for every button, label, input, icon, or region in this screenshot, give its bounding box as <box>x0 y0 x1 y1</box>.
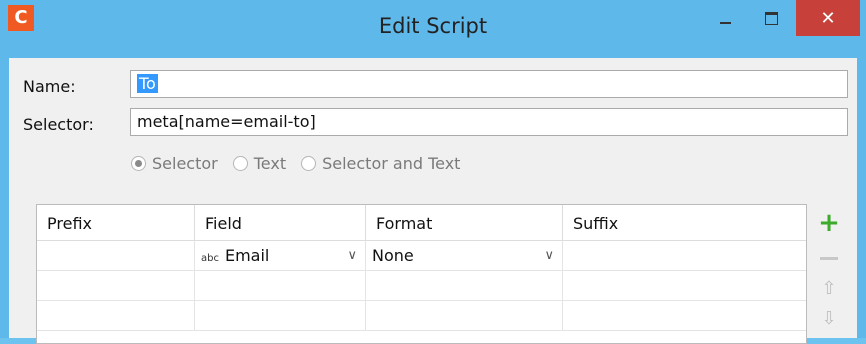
text-type-icon: abc <box>201 253 219 264</box>
mapping-table: Prefix Field Format Suffix abc Email ∨ No… <box>36 204 807 344</box>
move-down-icon: ⇩ <box>821 307 837 329</box>
radio-checked-icon <box>131 156 146 171</box>
radio-text[interactable]: Text <box>232 154 287 173</box>
radio-selector[interactable]: Selector <box>131 154 218 173</box>
suffix-cell[interactable] <box>563 271 806 300</box>
column-header-suffix[interactable]: Suffix <box>563 205 806 240</box>
name-input[interactable]: To <box>130 70 848 98</box>
add-row-button[interactable]: + <box>817 208 841 238</box>
suffix-cell[interactable] <box>563 301 806 330</box>
name-input-value: To <box>137 74 158 93</box>
radio-unchecked-icon <box>232 156 248 171</box>
close-button[interactable]: ✕ <box>796 0 860 36</box>
format-cell[interactable] <box>366 301 563 330</box>
dialog-body: Name: To Selector: meta[name=email-to] S… <box>9 58 857 344</box>
close-icon: ✕ <box>820 7 836 29</box>
selector-input[interactable]: meta[name=email-to] <box>130 108 848 136</box>
field-cell[interactable] <box>195 301 366 330</box>
remove-row-button[interactable] <box>817 247 841 269</box>
radio-selector-and-text[interactable]: Selector and Text <box>301 154 460 173</box>
move-up-icon: ⇧ <box>821 277 837 299</box>
table-row <box>37 301 806 331</box>
column-header-format[interactable]: Format <box>366 205 563 240</box>
minimize-button[interactable] <box>702 0 748 36</box>
edit-script-window: C Edit Script ✕ Name: To Selector: meta[… <box>0 0 866 344</box>
chevron-down-icon: ∨ <box>544 248 554 263</box>
mode-radio-group: Selector Text Selector and Text <box>131 154 475 173</box>
format-cell[interactable] <box>366 271 563 300</box>
radio-selector-label: Selector <box>152 154 218 173</box>
column-header-field[interactable]: Field <box>195 205 366 240</box>
selector-label: Selector: <box>23 115 94 134</box>
add-icon: + <box>818 208 840 238</box>
table-row: abc Email ∨ None ∨ <box>37 241 806 271</box>
title-bar: C Edit Script ✕ <box>0 0 866 58</box>
move-up-button[interactable]: ⇧ <box>817 277 841 299</box>
radio-unchecked-icon <box>301 156 317 171</box>
field-value: Email <box>224 246 270 265</box>
move-down-button[interactable]: ⇩ <box>817 307 841 329</box>
format-value: None <box>372 246 414 265</box>
radio-text-label: Text <box>253 154 287 173</box>
maximize-icon <box>764 11 778 25</box>
prefix-cell[interactable] <box>37 301 195 330</box>
format-dropdown[interactable]: None ∨ <box>366 241 563 270</box>
name-label: Name: <box>23 77 76 96</box>
prefix-cell[interactable] <box>37 271 195 300</box>
field-dropdown[interactable]: abc Email ∨ <box>195 241 366 270</box>
radio-selector-and-text-label: Selector and Text <box>322 154 461 173</box>
column-header-prefix[interactable]: Prefix <box>37 205 195 240</box>
maximize-button[interactable] <box>748 0 794 36</box>
suffix-cell[interactable] <box>563 241 806 270</box>
table-row <box>37 271 806 301</box>
prefix-cell[interactable] <box>37 241 195 270</box>
remove-icon <box>820 256 838 260</box>
field-cell[interactable] <box>195 271 366 300</box>
table-header: Prefix Field Format Suffix <box>37 205 806 241</box>
minimize-icon <box>719 22 731 24</box>
chevron-down-icon: ∨ <box>347 248 357 263</box>
